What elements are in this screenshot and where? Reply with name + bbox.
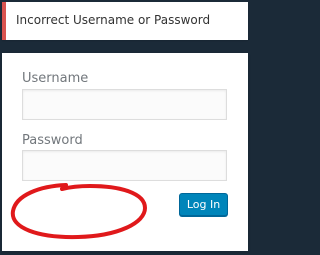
password-input[interactable] (22, 150, 227, 181)
username-label: Username (22, 71, 89, 86)
login-button[interactable]: Log In (179, 193, 228, 216)
username-input[interactable] (22, 89, 227, 120)
password-label: Password (22, 133, 83, 148)
login-error-notice: Incorrect Username or Password (2, 2, 248, 40)
login-form: Username Password Log In (2, 53, 248, 251)
error-message: Incorrect Username or Password (16, 13, 211, 27)
